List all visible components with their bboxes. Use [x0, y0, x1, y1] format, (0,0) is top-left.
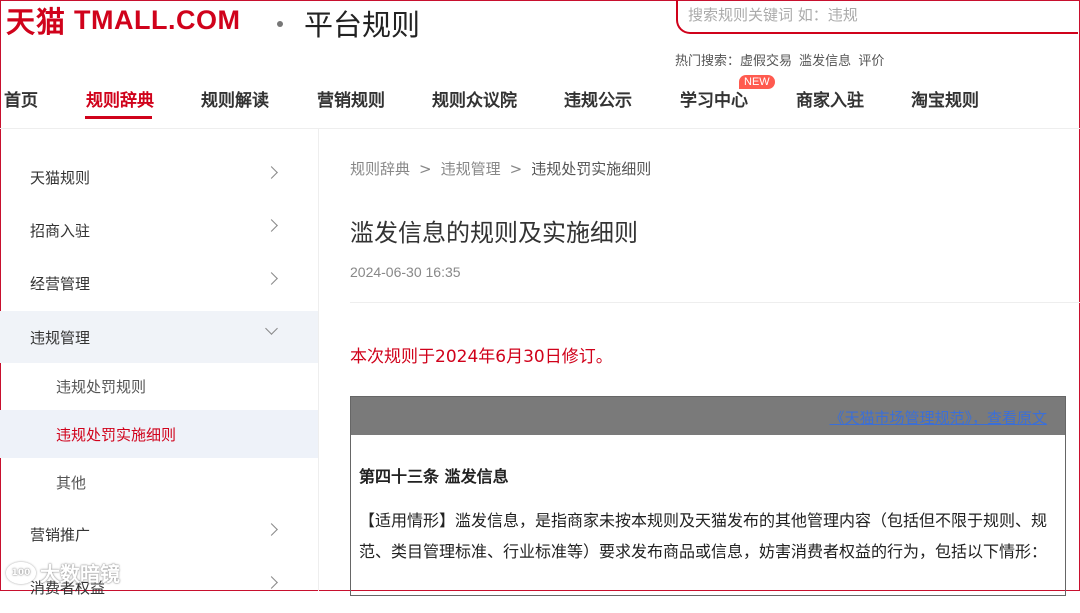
chevron-right-icon — [265, 576, 278, 589]
clause-heading: 第四十三条 滥发信息 — [359, 467, 509, 486]
nav-active-underline — [85, 116, 152, 119]
nav-item-rule-interpretation[interactable]: 规则解读 — [201, 86, 269, 111]
sidebar-item-label: 营销推广 — [30, 526, 91, 544]
sidebar-item-label: 招商入驻 — [30, 222, 91, 240]
sidebar-item-violation-management[interactable]: 违规管理 — [0, 311, 318, 363]
revision-note: 本次规则于2024年6月30日修订。 — [350, 347, 613, 367]
main-nav: 首页 规则辞典 规则解读 营销规则 规则众议院 违规公示 学习中心 商家入驻 淘… — [0, 82, 1080, 122]
publish-date: 2024-06-30 16:35 — [350, 264, 461, 280]
search-input[interactable] — [688, 4, 1068, 26]
sidebar-subitem-penalty-rules[interactable]: 违规处罚规则 — [0, 362, 318, 410]
sidebar-subitem-penalty-details[interactable]: 违规处罚实施细则 — [0, 410, 318, 458]
chevron-right-icon — [265, 272, 278, 285]
breadcrumb: 规则辞典 > 违规管理 > 违规处罚实施细则 — [350, 158, 651, 179]
hot-search-label: 热门搜索： — [675, 54, 741, 69]
sidebar-subitem-label: 违规处罚实施细则 — [56, 426, 177, 444]
sidebar-item-label: 违规管理 — [30, 329, 91, 347]
sidebar-subitem-label: 违规处罚规则 — [56, 378, 147, 396]
platform-title: 平台规则 — [304, 8, 421, 42]
nav-item-rule-forum[interactable]: 规则众议院 — [432, 86, 517, 111]
rule-quote-box: 《天猫市场管理规范》，查看原文 第四十三条 滥发信息 【适用情形】滥发信息，是指… — [350, 396, 1066, 596]
chevron-right-icon — [265, 166, 278, 179]
hot-keyword[interactable]: 评价 — [858, 54, 884, 69]
logo-en-text: TMALL.COM — [74, 4, 241, 35]
watermark-text: 大数暗镜 — [40, 562, 120, 586]
sidebar-item-operations[interactable]: 经营管理 — [0, 257, 318, 309]
nav-item-merchant-join[interactable]: 商家入驻 — [796, 86, 864, 111]
tmall-logo[interactable]: 天猫 TMALL.COM — [6, 0, 240, 40]
logo-cn-text: 天猫 — [6, 5, 67, 39]
hot-keyword[interactable]: 虚假交易 — [740, 54, 792, 69]
hot-search: 热门搜索：虚假交易 滥发信息 评价 — [675, 50, 887, 69]
breadcrumb-separator: > — [419, 160, 432, 178]
clause-text: 【适用情形】滥发信息，是指商家未按本规则及天猫发布的其他管理内容（包括但不限于规… — [359, 511, 1048, 561]
nav-item-home[interactable]: 首页 — [4, 86, 38, 111]
sidebar-item-marketing[interactable]: 营销推广 — [0, 508, 318, 560]
view-original-link[interactable]: 《天猫市场管理规范》，查看原文 — [829, 407, 1047, 428]
nav-item-learning-center[interactable]: 学习中心 — [680, 86, 748, 111]
nav-item-marketing-rules[interactable]: 营销规则 — [317, 86, 385, 111]
nav-item-rule-dictionary[interactable]: 规则辞典 — [86, 86, 154, 111]
sidebar-item-tmall-rules[interactable]: 天猫规则 — [0, 151, 318, 203]
watermark-logo-icon: 100 — [6, 561, 36, 584]
sidebar-subitem-label: 其他 — [56, 474, 87, 492]
sidebar: 天猫规则 招商入驻 经营管理 违规管理 违规处罚规则 违规处罚实施细则 其他 营… — [0, 129, 318, 597]
breadcrumb-link[interactable]: 规则辞典 — [350, 160, 410, 178]
content-divider — [350, 302, 1080, 303]
new-badge: NEW — [739, 75, 775, 89]
sidebar-item-label: 天猫规则 — [30, 169, 91, 187]
watermark: 100 大数暗镜 — [6, 558, 120, 587]
sidebar-subitem-other[interactable]: 其他 — [0, 458, 318, 506]
breadcrumb-separator: > — [509, 160, 523, 178]
breadcrumb-link[interactable]: 违规管理 — [441, 160, 501, 178]
chevron-right-icon — [265, 219, 278, 232]
sidebar-item-merchant-entry[interactable]: 招商入驻 — [0, 204, 318, 256]
nav-item-violation-notice[interactable]: 违规公示 — [564, 86, 632, 111]
quote-header: 《天猫市场管理规范》，查看原文 — [351, 397, 1065, 435]
sidebar-border — [318, 129, 319, 591]
nav-item-taobao-rules[interactable]: 淘宝规则 — [911, 86, 979, 111]
chevron-down-icon — [265, 322, 278, 335]
page-title: 滥发信息的规则及实施细则 — [350, 219, 638, 247]
header-separator-dot — [277, 21, 283, 27]
chevron-right-icon — [265, 523, 278, 536]
breadcrumb-current: 违规处罚实施细则 — [531, 160, 652, 178]
hot-keyword[interactable]: 滥发信息 — [799, 54, 851, 69]
sidebar-item-label: 经营管理 — [30, 275, 91, 293]
